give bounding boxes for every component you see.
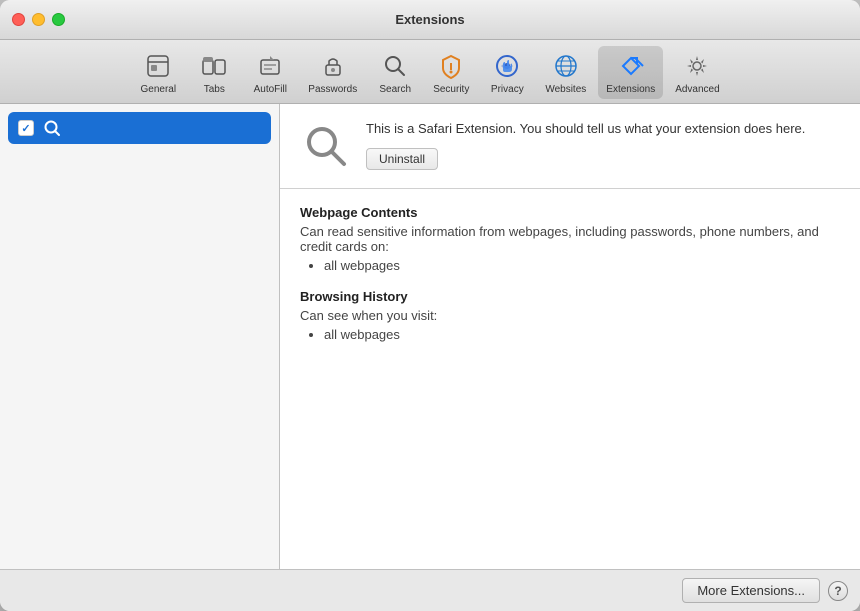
permission-section-webpage: Webpage Contents Can read sensitive info… (300, 205, 840, 273)
toolbar-item-general[interactable]: General (132, 46, 184, 99)
advanced-label: Advanced (675, 84, 719, 95)
security-label: Security (433, 84, 469, 95)
toolbar-item-autofill[interactable]: AutoFill (244, 46, 296, 99)
help-button[interactable]: ? (828, 581, 848, 601)
toolbar-item-websites[interactable]: Websites (537, 46, 594, 99)
autofill-label: AutoFill (254, 84, 287, 95)
permissions-panel: Webpage Contents Can read sensitive info… (280, 189, 860, 569)
search-toolbar-icon (379, 50, 411, 82)
extension-big-icon (300, 120, 352, 172)
sidebar: ✓ (0, 104, 280, 569)
browsing-history-desc: Can see when you visit: (300, 308, 840, 323)
more-extensions-button[interactable]: More Extensions... (682, 578, 820, 603)
toolbar-item-privacy[interactable]: Privacy (481, 46, 533, 99)
extension-sidebar-icon (42, 118, 62, 138)
toolbar-item-extensions[interactable]: Extensions (598, 46, 663, 99)
sidebar-item-search-ext[interactable]: ✓ (8, 112, 271, 144)
maximize-button[interactable] (52, 13, 65, 26)
permission-section-history: Browsing History Can see when you visit:… (300, 289, 840, 342)
extension-info: This is a Safari Extension. You should t… (366, 120, 840, 170)
close-button[interactable] (12, 13, 25, 26)
security-icon (435, 50, 467, 82)
browsing-history-list: all webpages (300, 327, 840, 342)
general-icon (142, 50, 174, 82)
webpage-list-item: all webpages (324, 258, 840, 273)
toolbar-item-search[interactable]: Search (369, 46, 421, 99)
search-label: Search (379, 84, 411, 95)
advanced-icon (681, 50, 713, 82)
main-content: ✓ MALWARETIPS (0, 104, 860, 569)
safari-extensions-window: Extensions General Tabs (0, 0, 860, 611)
passwords-label: Passwords (308, 84, 357, 95)
toolbar-item-passwords[interactable]: Passwords (300, 46, 365, 99)
footer: More Extensions... ? (0, 569, 860, 611)
webpage-contents-desc: Can read sensitive information from webp… (300, 224, 840, 254)
websites-label: Websites (545, 84, 586, 95)
websites-icon (550, 50, 582, 82)
tabs-icon (198, 50, 230, 82)
check-mark-icon: ✓ (21, 122, 30, 135)
webpage-contents-title: Webpage Contents (300, 205, 840, 220)
privacy-icon (491, 50, 523, 82)
browsing-history-title: Browsing History (300, 289, 840, 304)
passwords-icon (317, 50, 349, 82)
traffic-lights (12, 13, 65, 26)
toolbar-item-security[interactable]: Security (425, 46, 477, 99)
extensions-icon (615, 50, 647, 82)
toolbar-item-advanced[interactable]: Advanced (667, 46, 727, 99)
title-bar: Extensions (0, 0, 860, 40)
autofill-icon (254, 50, 286, 82)
extension-header: This is a Safari Extension. You should t… (280, 104, 860, 189)
uninstall-button[interactable]: Uninstall (366, 148, 438, 170)
tabs-label: Tabs (204, 84, 225, 95)
privacy-label: Privacy (491, 84, 524, 95)
extensions-label: Extensions (606, 84, 655, 95)
history-list-item: all webpages (324, 327, 840, 342)
general-label: General (141, 84, 177, 95)
minimize-button[interactable] (32, 13, 45, 26)
toolbar-item-tabs[interactable]: Tabs (188, 46, 240, 99)
extension-checkbox[interactable]: ✓ (18, 120, 34, 136)
webpage-contents-list: all webpages (300, 258, 840, 273)
toolbar: General Tabs AutoFill (0, 40, 860, 104)
window-title: Extensions (395, 12, 464, 27)
extension-description: This is a Safari Extension. You should t… (366, 120, 840, 138)
detail-panel: MALWARETIPS This is a Safari Extension. … (280, 104, 860, 569)
